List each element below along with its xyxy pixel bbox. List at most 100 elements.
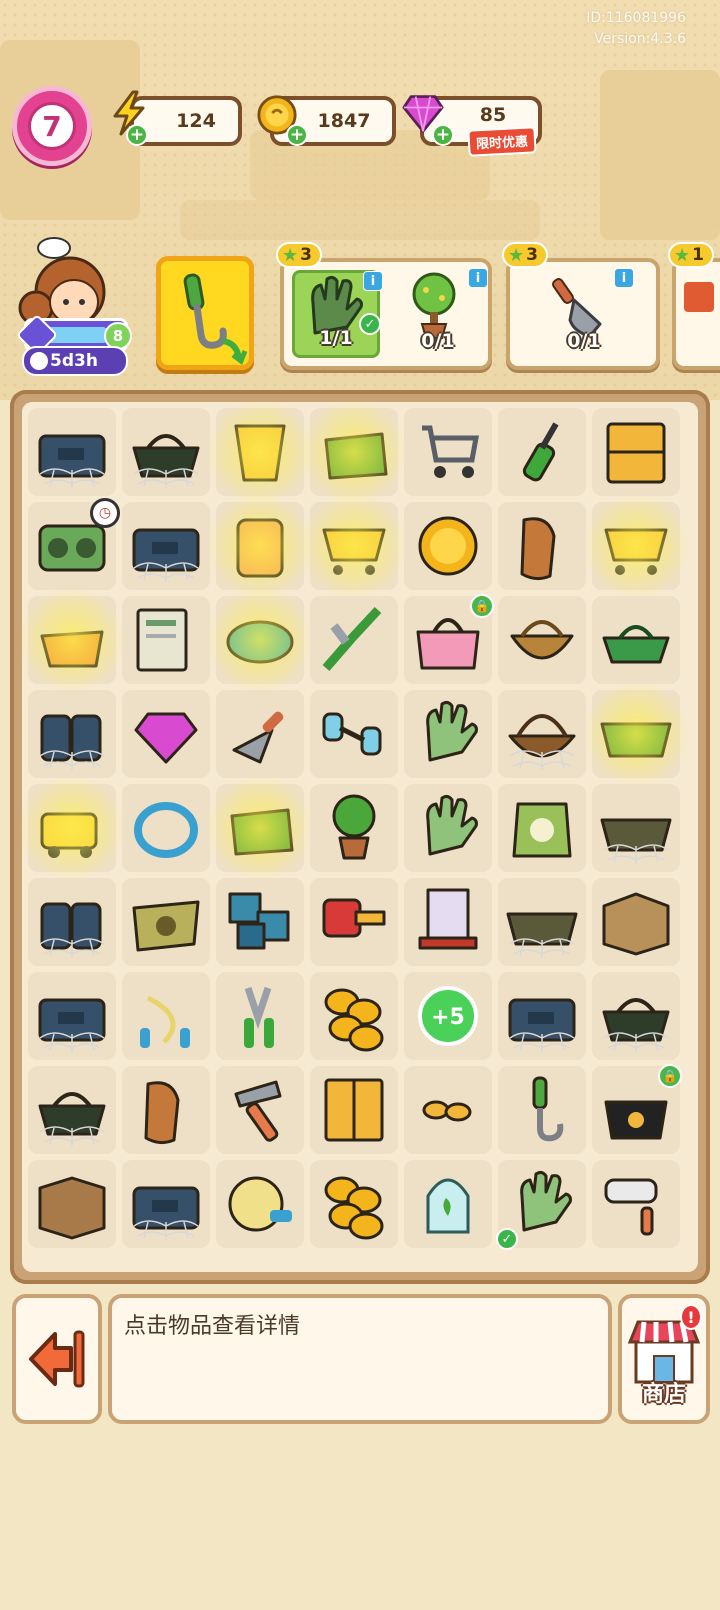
- order-card-2[interactable]: ★ 3 0/1 i: [502, 242, 660, 370]
- event-timer-text: 5d3h: [50, 351, 98, 371]
- board-cell-crate[interactable]: [28, 1160, 116, 1248]
- info-icon[interactable]: i: [468, 268, 488, 288]
- board-cell-toolbox-web[interactable]: [122, 502, 210, 590]
- seed-sack-icon: [132, 900, 200, 952]
- board-cell-tiles[interactable]: [216, 878, 304, 966]
- board-cell-mower-energy[interactable]: [20, 776, 124, 880]
- board-cell-tray-web[interactable]: [498, 878, 586, 966]
- board-cell-bucket-energy[interactable]: [208, 400, 312, 504]
- order-card-3[interactable]: ★ 1: [668, 242, 720, 370]
- board-cell-tray-web[interactable]: [592, 784, 680, 872]
- info-icon[interactable]: i: [363, 271, 383, 291]
- board-cell-gem[interactable]: [122, 690, 210, 778]
- board-cell-coin[interactable]: [404, 502, 492, 590]
- gloves-icon: [520, 1170, 572, 1232]
- board-cell-ring[interactable]: [122, 784, 210, 872]
- board-cell-cutter[interactable]: [216, 972, 304, 1060]
- terrarium-icon: [426, 1178, 470, 1234]
- board-cell-trowel[interactable]: [216, 690, 304, 778]
- board-cell-cart-energy[interactable]: [584, 494, 688, 598]
- board-cell-black-bag[interactable]: 🔒: [592, 1064, 682, 1154]
- board-cell-hammer[interactable]: [216, 1066, 304, 1154]
- board-cell-screwdriver[interactable]: [498, 408, 586, 496]
- board-cell-basket-web[interactable]: [592, 972, 680, 1060]
- order-slot-tree[interactable]: 0/1 i: [394, 268, 488, 358]
- gloves-icon: [426, 700, 478, 762]
- board-cell-dumbbell[interactable]: [310, 690, 398, 778]
- board-cell-bread[interactable]: [122, 1066, 210, 1154]
- selected-target-item[interactable]: [156, 256, 254, 370]
- build-info: ID:116081996 Version:4.3.6: [586, 8, 686, 50]
- exit-button[interactable]: [12, 1294, 102, 1424]
- bag-energy-icon: [230, 808, 294, 856]
- board-cell-cart-energy[interactable]: [302, 494, 406, 598]
- bread-small-icon: [422, 1100, 472, 1122]
- board-cell-basket-web[interactable]: [28, 1066, 116, 1154]
- board-cell-gloves[interactable]: ✓: [496, 1160, 586, 1250]
- order-reward: ★ 3: [502, 242, 548, 268]
- board-cell-jump-rope[interactable]: [122, 972, 210, 1060]
- board-cell-bread[interactable]: [498, 502, 586, 590]
- board-cell-boxes-dolly[interactable]: [404, 878, 492, 966]
- board-cell-toolbox-web[interactable]: [28, 972, 116, 1060]
- board-cell-coins-stack[interactable]: [310, 1160, 398, 1248]
- shop-button[interactable]: 商店 !: [618, 1294, 710, 1424]
- board-cell-bottle-energy[interactable]: [208, 494, 312, 598]
- board-cell-pink-bag[interactable]: 🔒: [404, 594, 494, 684]
- board-cell-seed-bag[interactable]: [498, 784, 586, 872]
- board-cell-cushion-energy[interactable]: [208, 588, 312, 692]
- board-cell-roller[interactable]: [592, 1160, 680, 1248]
- board-cell-potted-tree[interactable]: [310, 784, 398, 872]
- add-gems-button[interactable]: +: [432, 124, 454, 146]
- board-cell-cabinet[interactable]: [310, 1066, 398, 1154]
- board-cell-wicker-basket[interactable]: [498, 596, 586, 684]
- cooldown-clock-icon: ◷: [90, 498, 120, 528]
- add-coins-button[interactable]: +: [286, 124, 308, 146]
- level-badge[interactable]: 7: [12, 86, 92, 166]
- basket-web-icon: [132, 434, 200, 488]
- add-energy-button[interactable]: +: [126, 124, 148, 146]
- board-cell-yarn[interactable]: [216, 1160, 304, 1248]
- board-cell-key[interactable]: [310, 878, 398, 966]
- board-cell-bag-energy[interactable]: [208, 776, 312, 880]
- limited-offer-badge[interactable]: 限时优惠: [467, 126, 537, 157]
- order-slot-shovel[interactable]: 0/1 i: [540, 268, 634, 358]
- board-cell-bread-small[interactable]: [404, 1066, 492, 1154]
- box-web-icon: [39, 902, 105, 958]
- lock-icon: 🔒: [658, 1064, 682, 1088]
- board-cell-bag-energy[interactable]: [302, 400, 406, 504]
- board-cell-seed-sack[interactable]: [122, 878, 210, 966]
- board-cell-tray-energy[interactable]: [584, 682, 688, 786]
- board-cell-terrarium[interactable]: [404, 1160, 492, 1248]
- order-slot-gloves[interactable]: 1/1 ✓ i: [292, 270, 383, 358]
- toolbox-web-icon: [508, 998, 576, 1052]
- board-cell-basket-energy[interactable]: [20, 588, 124, 692]
- board-cell-cart[interactable]: [404, 408, 492, 496]
- board-cell-radio[interactable]: ◷: [28, 498, 120, 590]
- yarn-icon: [228, 1176, 292, 1232]
- board-cell-toolbox-web[interactable]: [122, 1160, 210, 1248]
- cart-energy-icon: [604, 528, 668, 575]
- board-cell-gloves[interactable]: [404, 784, 492, 872]
- board-cell-toolbox-web[interactable]: [498, 972, 586, 1060]
- info-icon[interactable]: i: [614, 268, 634, 288]
- board-cell-wicker-web[interactable]: [498, 690, 586, 778]
- board-cell-box-web[interactable]: [28, 878, 116, 966]
- board-cell-drawer[interactable]: [592, 408, 680, 496]
- board-cell-toolbox-web[interactable]: [28, 408, 116, 496]
- board-cell-box-web[interactable]: [28, 690, 116, 778]
- pliers-icon: [322, 606, 382, 671]
- board-cell-coins-stack[interactable]: [310, 972, 398, 1060]
- box-web-icon: [39, 714, 105, 770]
- board-cell-basket-web[interactable]: [122, 408, 210, 496]
- event-timer[interactable]: 5d3h: [22, 346, 128, 376]
- board-cell-hook[interactable]: [498, 1066, 586, 1154]
- drawer-icon: [606, 422, 666, 484]
- order-card-1[interactable]: ★ 3 1/1 ✓ i 0/1 i: [276, 242, 492, 370]
- board-cell-cardboard-box[interactable]: [592, 878, 680, 966]
- board-cell-newspaper[interactable]: [122, 596, 210, 684]
- board-cell-gloves[interactable]: [404, 690, 492, 778]
- board-cell-plus5-token[interactable]: +5: [404, 972, 492, 1060]
- board-cell-pliers[interactable]: [310, 596, 398, 684]
- board-cell-green-basket[interactable]: [592, 596, 680, 684]
